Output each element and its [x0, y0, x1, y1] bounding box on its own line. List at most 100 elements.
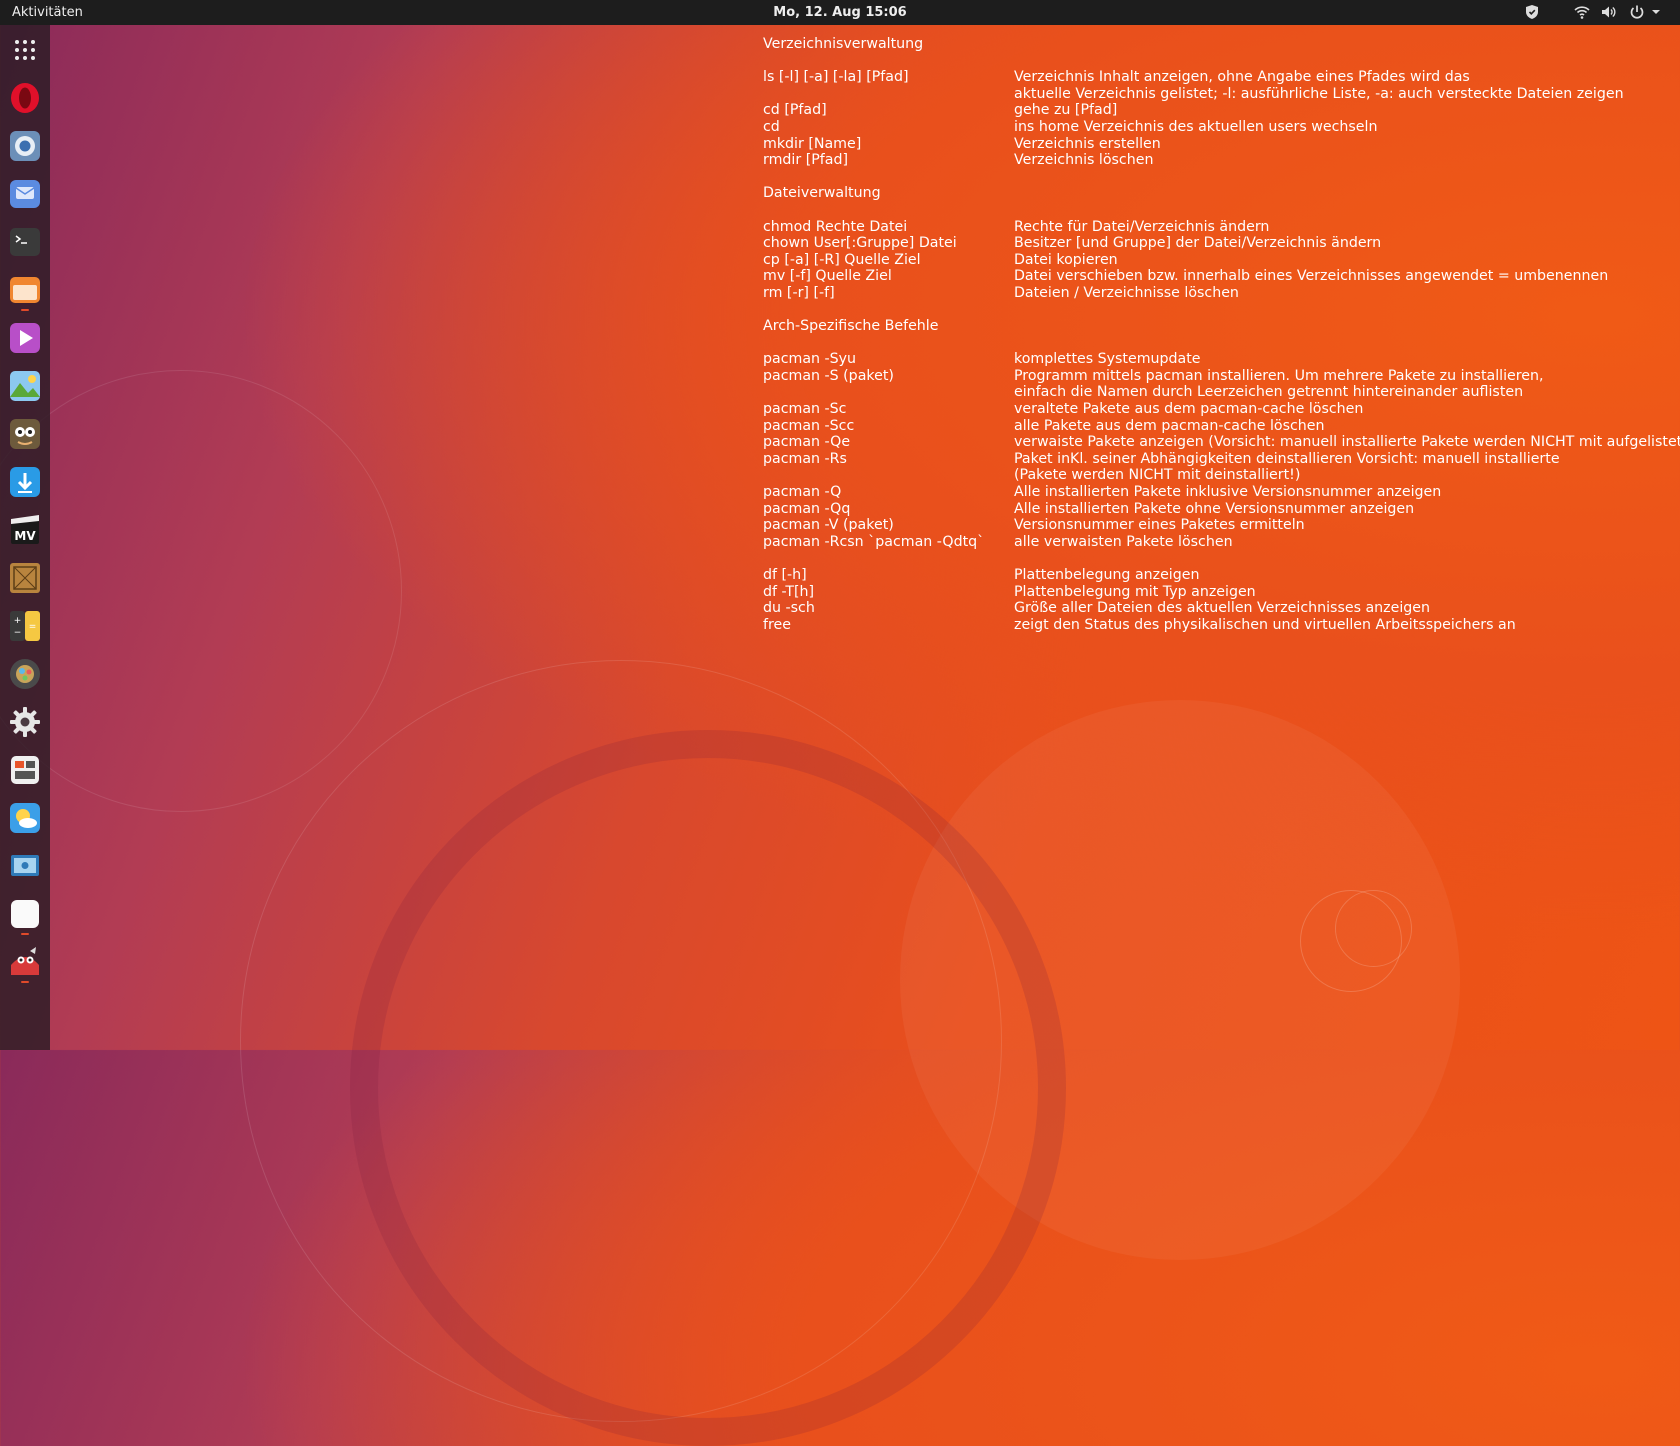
- note-line: df -T[h] Plattenbelegung mit Typ anzeigen: [763, 584, 1680, 601]
- wallpaper-ring: [900, 700, 1460, 1260]
- power-icon[interactable]: [1629, 4, 1645, 20]
- chevron-down-icon[interactable]: [1650, 4, 1662, 20]
- description-text: Datei kopieren: [1014, 251, 1118, 268]
- wifi-icon[interactable]: [1574, 4, 1590, 20]
- note-line: [763, 202, 1680, 219]
- svg-text:MV: MV: [14, 529, 36, 543]
- command-text: df -T[h]: [763, 583, 815, 600]
- command-text: pacman -Rs: [763, 450, 847, 467]
- description-text: komplettes Systemupdate: [1014, 351, 1201, 368]
- description-text: Versionsnummer eines Paketes ermitteln: [1014, 517, 1305, 534]
- command-text: [763, 53, 1014, 70]
- command-text: [763, 86, 1014, 103]
- command-text: [763, 467, 1014, 484]
- note-line: mkdir [Name] Verzeichnis erstellen: [763, 136, 1680, 153]
- note-line: pacman -Qq Alle installierten Pakete ohne…: [763, 501, 1680, 518]
- command-text: df [-h]: [763, 567, 807, 583]
- description-text: Verzeichnis Inhalt anzeigen, ohne Angabe…: [1014, 69, 1470, 86]
- video-player-icon[interactable]: [8, 321, 42, 355]
- description-text: Alle installierten Pakete ohne Versionsn…: [1014, 500, 1415, 517]
- description-text: Besitzer [und Gruppe] der Datei/Verzeich…: [1014, 235, 1382, 252]
- download-icon[interactable]: [8, 465, 42, 499]
- description-text: Programm mittels pacman installieren. Um…: [1014, 367, 1544, 384]
- files-icon[interactable]: [8, 273, 42, 307]
- description-text: ins home Verzeichnis des aktuellen users…: [1014, 118, 1378, 135]
- description-text: Plattenbelegung anzeigen: [1014, 567, 1200, 583]
- running-indicator: [21, 933, 29, 935]
- command-text: pacman -Syu: [763, 351, 857, 368]
- wallpaper-ring: [240, 660, 1002, 1422]
- command-text: rmdir [Pfad]: [763, 152, 849, 169]
- command-text: cd: [763, 118, 780, 135]
- command-text: [763, 384, 1014, 401]
- gimp-icon[interactable]: [8, 417, 42, 451]
- command-text: mkdir [Name]: [763, 135, 862, 152]
- note-line: pacman -V (paket) Versionsnummer eines Pa…: [763, 517, 1680, 534]
- chromium-icon[interactable]: [8, 129, 42, 163]
- note-line: pacman -Qe verwaiste Pakete anzeigen (Vor…: [763, 434, 1680, 451]
- terminal-icon[interactable]: [8, 225, 42, 259]
- clock[interactable]: Mo, 12. Aug 15:06: [0, 5, 1680, 20]
- note-line: cd ins home Verzeichnis des aktuellen use…: [763, 119, 1680, 136]
- note-line: [763, 169, 1680, 186]
- wallpaper-ring: [1300, 890, 1402, 992]
- wallpaper-ring: [350, 730, 1066, 1446]
- command-text: Arch-Spezifische Befehle: [763, 318, 939, 335]
- note-line: [763, 335, 1680, 352]
- command-text: du -sch: [763, 600, 815, 617]
- note-line: rm [-r] [-f] Dateien / Verzeichnisse lösc…: [763, 285, 1680, 302]
- opera-icon[interactable]: [8, 81, 42, 115]
- running-indicator: [21, 981, 29, 983]
- movie-editor-icon[interactable]: MV: [8, 513, 42, 547]
- command-text: cp [-a] [-R] Quelle Ziel: [763, 251, 921, 268]
- command-text: pacman -Sc: [763, 401, 847, 418]
- note-line: pacman -Scc alle Pakete aus dem pacman-ca…: [763, 418, 1680, 435]
- svg-text:=: =: [29, 622, 37, 632]
- image-viewer-icon[interactable]: [8, 369, 42, 403]
- description-text: Verzeichnis löschen: [1014, 152, 1154, 169]
- note-line: einfach die Namen durch Leerzeichen getr…: [763, 384, 1680, 401]
- command-text: pacman -Qq: [763, 500, 851, 517]
- screenshot-icon[interactable]: [8, 849, 42, 883]
- dock: MV + − =: [0, 25, 50, 1050]
- system-monitor-icon[interactable]: [8, 753, 42, 787]
- text-editor-icon[interactable]: [8, 897, 42, 931]
- note-line: pacman -Syu komplettes Systemupdate: [763, 351, 1680, 368]
- description-text: Datei verschieben bzw. innerhalb eines V…: [1014, 268, 1609, 285]
- dosbox-icon[interactable]: [8, 561, 42, 595]
- note-line: ls [-l] [-a] [-la] [Pfad] Verzeichnis Inh…: [763, 69, 1680, 86]
- description-text: alle verwaisten Pakete löschen: [1014, 533, 1233, 550]
- command-text: pacman -Q: [763, 484, 842, 501]
- command-text: pacman -Qe: [763, 434, 851, 451]
- description-text: Plattenbelegung mit Typ anzeigen: [1014, 583, 1256, 600]
- command-text: [763, 550, 1014, 567]
- command-text: chown User[:Gruppe] Datei: [763, 235, 957, 252]
- description-text: Alle installierten Pakete inklusive Vers…: [1014, 484, 1442, 501]
- command-text: [763, 335, 1014, 352]
- note-line: [763, 302, 1680, 319]
- wallpaper-ring: [0, 370, 402, 812]
- weather-icon[interactable]: [8, 801, 42, 835]
- top-bar: Aktivitäten Mo, 12. Aug 15:06: [0, 0, 1680, 25]
- command-text: cd [Pfad]: [763, 102, 827, 119]
- note-line: free zeigt den Status des physikalischen …: [763, 617, 1680, 634]
- command-text: mv [-f] Quelle Ziel: [763, 268, 892, 285]
- volume-icon[interactable]: [1600, 4, 1616, 20]
- gitkraken-icon[interactable]: [8, 945, 42, 979]
- svg-text:−: −: [14, 628, 22, 638]
- shield-icon[interactable]: [1524, 4, 1540, 20]
- calculator-icon[interactable]: + − =: [8, 609, 42, 643]
- mail-icon[interactable]: [8, 177, 42, 211]
- description-text: veraltete Pakete aus dem pacman-cache lö…: [1014, 401, 1364, 418]
- note-line: pacman -Q Alle installierten Pakete inklu…: [763, 484, 1680, 501]
- app-grid-icon[interactable]: [8, 33, 42, 67]
- description-text: aktuelle Verzeichnis gelistet; -l: ausfü…: [1014, 85, 1624, 102]
- note-line: [763, 550, 1680, 567]
- color-picker-icon[interactable]: [8, 657, 42, 691]
- note-line: du -sch Größe aller Dateien des aktuellen…: [763, 600, 1680, 617]
- note-line: pacman -Rcsn `pacman -Qdtq` alle verwaist…: [763, 534, 1680, 551]
- description-text: Verzeichnis erstellen: [1014, 135, 1161, 152]
- settings-icon[interactable]: [8, 705, 42, 739]
- note-line: cp [-a] [-R] Quelle Ziel Datei kopieren: [763, 252, 1680, 269]
- note-line: mv [-f] Quelle Ziel Datei verschieben bzw…: [763, 268, 1680, 285]
